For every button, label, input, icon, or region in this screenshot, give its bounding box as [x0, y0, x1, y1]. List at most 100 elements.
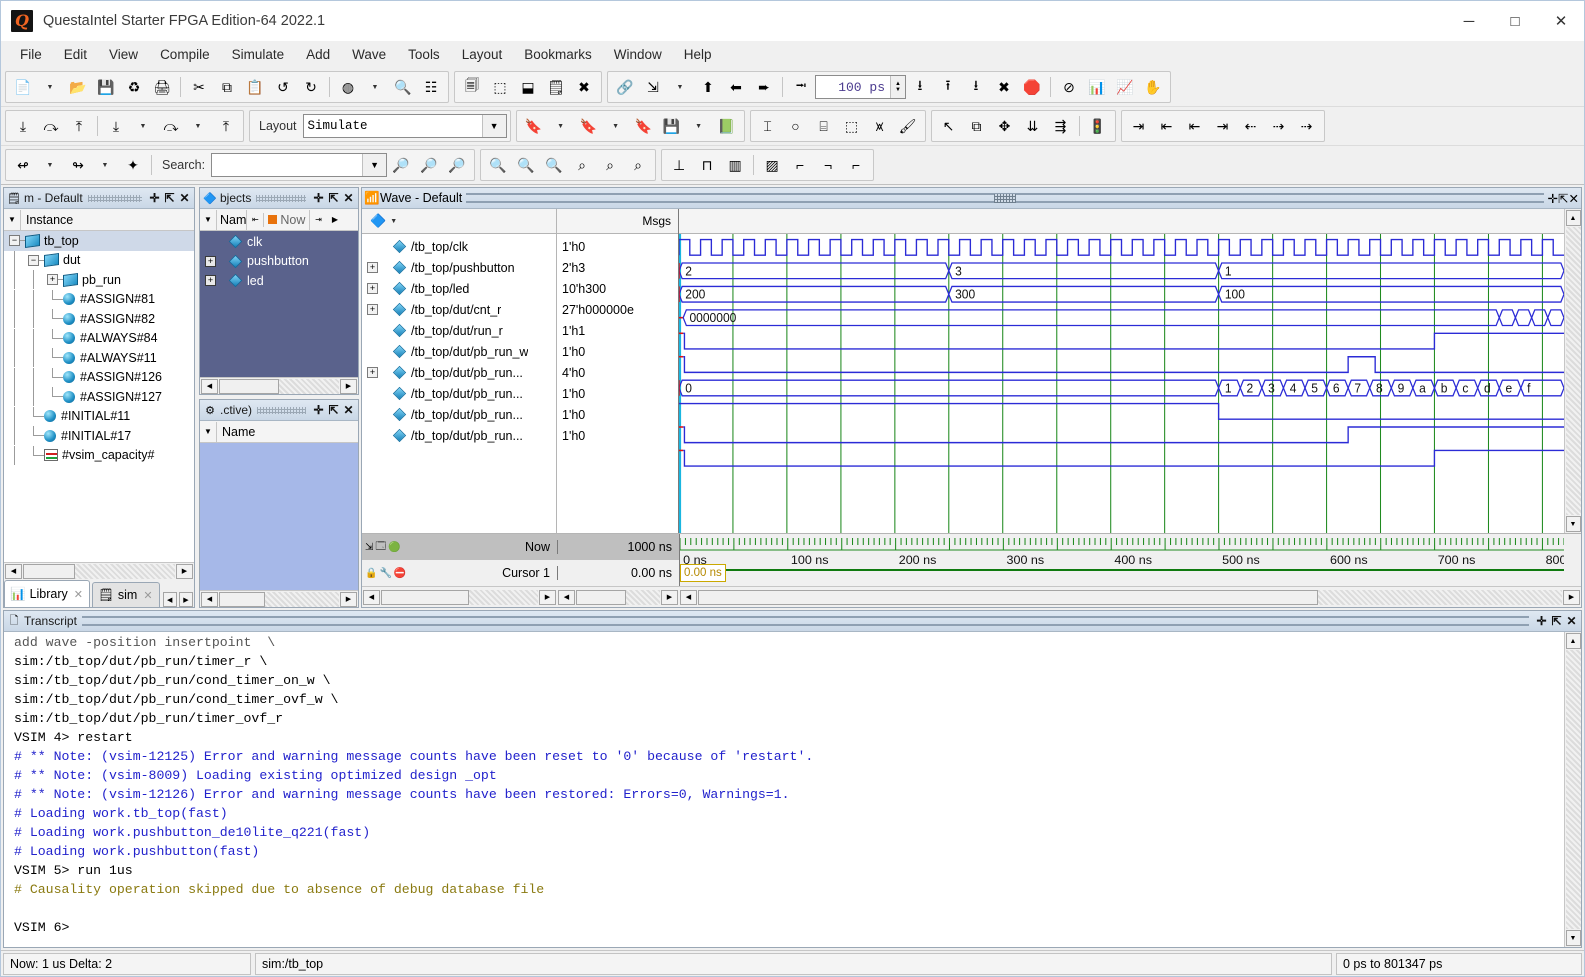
- menu-bookmarks[interactable]: Bookmarks: [513, 44, 603, 65]
- wave-save-icon[interactable]: 💾: [659, 113, 685, 139]
- processes-pane-undock-icon[interactable]: ⇱: [326, 403, 341, 418]
- chevron-down-icon[interactable]: ▼: [481, 115, 506, 137]
- expand-icon[interactable]: 🖌: [895, 113, 921, 139]
- wave-signal-row[interactable]: /tb_top/dut/run_r: [362, 320, 556, 341]
- step-up-icon[interactable]: ⬆: [695, 74, 721, 100]
- menu-wave[interactable]: Wave: [341, 44, 397, 65]
- compile-all-icon[interactable]: 🗐: [459, 74, 485, 100]
- run-length-steppers[interactable]: ▲ ▼: [890, 76, 905, 98]
- io-icon[interactable]: ⌸: [811, 113, 837, 139]
- bookmark-remove-dropdown-icon[interactable]: ▼: [603, 113, 629, 139]
- toggle-leaf-icon[interactable]: ○: [783, 113, 809, 139]
- scroll-left-icon[interactable]: ◀: [201, 378, 218, 394]
- wave-signal-row[interactable]: /tb_top/dut/pb_run...: [362, 404, 556, 425]
- scroll-up-icon[interactable]: ▲: [1565, 210, 1581, 226]
- scroll-right-icon[interactable]: ▶: [539, 589, 556, 605]
- waveform-canvas-wrapper[interactable]: 2 3 1 200 300 100 0000000 0 1 2 3 4 5 6 7 8 9 a b c d e f: [679, 234, 1564, 533]
- compile-icon[interactable]: ◍: [335, 74, 361, 100]
- wrench-icon[interactable]: 🔧: [379, 568, 391, 579]
- format-fall-icon[interactable]: ¬: [815, 152, 841, 178]
- group-up-icon[interactable]: ⤒: [213, 113, 239, 139]
- find-icon[interactable]: 🔍: [390, 74, 416, 100]
- scroll-right-icon[interactable]: ▶: [340, 591, 357, 607]
- objects-list-item[interactable]: + pushbutton: [200, 252, 358, 272]
- sim-pane-close-icon[interactable]: ✕: [177, 191, 192, 206]
- insert-cursor-icon[interactable]: ⌶: [755, 113, 781, 139]
- wave-add-icon[interactable]: ✛: [1548, 191, 1558, 206]
- transcript-vscroll-track[interactable]: [1565, 650, 1581, 929]
- objects-hscrollbar[interactable]: ◀ ▶: [200, 377, 358, 394]
- format-dotted-icon[interactable]: ▨: [759, 152, 785, 178]
- analog-backstep-icon[interactable]: ▥: [722, 152, 748, 178]
- names-hscroll-track[interactable]: [381, 589, 538, 605]
- analog-interpolated-icon[interactable]: ⊓: [694, 152, 720, 178]
- wave-vscroll-track[interactable]: [1565, 227, 1581, 515]
- break-icon[interactable]: ✖: [991, 74, 1017, 100]
- wave-close-icon[interactable]: ✕: [1569, 191, 1579, 206]
- signal-light-icon[interactable]: 🚦: [1085, 113, 1111, 139]
- minimize-icon[interactable]: ─: [1446, 1, 1492, 41]
- transcript-vscrollbar[interactable]: ▲ ▼: [1564, 632, 1581, 947]
- prev-transition-dropdown-icon[interactable]: ▼: [37, 152, 63, 178]
- wave-signal-row[interactable]: + /tb_top/led: [362, 278, 556, 299]
- bookmark-remove-icon[interactable]: 🔖: [576, 113, 602, 139]
- tree-expander[interactable]: +: [364, 363, 383, 382]
- sim-tree-row[interactable]: − dut: [4, 250, 194, 271]
- close-icon[interactable]: ✕: [1538, 1, 1584, 41]
- filter-icon[interactable]: ▼: [4, 209, 21, 230]
- search-combobox[interactable]: ▼: [211, 153, 388, 177]
- expand-right-icon[interactable]: ⇥: [1210, 113, 1236, 139]
- wave-radix-icon[interactable]: 🔷: [370, 213, 386, 229]
- search-clear-icon[interactable]: 🔎: [444, 152, 470, 178]
- find-prev-icon[interactable]: ⇥: [1126, 113, 1152, 139]
- zoom-cursor-icon[interactable]: ⌕: [569, 152, 595, 178]
- all-icon[interactable]: ⩙: [867, 113, 893, 139]
- edit-mode-icon[interactable]: ⇶: [1048, 113, 1074, 139]
- dashed-mid-icon[interactable]: ⇢: [1266, 113, 1292, 139]
- no-causality-icon[interactable]: ⊘: [1056, 74, 1082, 100]
- wave-signal-row[interactable]: + /tb_top/dut/pb_run...: [362, 362, 556, 383]
- search-next-icon[interactable]: 🔎: [416, 152, 442, 178]
- sim-tree-row[interactable]: #vsim_capacity#: [4, 445, 194, 466]
- sim-tree-row[interactable]: #INITIAL#17: [4, 426, 194, 446]
- compile-selected-icon[interactable]: ⬚: [487, 74, 513, 100]
- insert-signal-down-icon[interactable]: ⤓: [10, 113, 36, 139]
- processes-pane-add-icon[interactable]: ✛: [311, 403, 326, 418]
- next-transition-icon[interactable]: ↬: [65, 152, 91, 178]
- chevron-down-icon[interactable]: ▼: [362, 154, 387, 176]
- redo-icon[interactable]: ↻: [298, 74, 324, 100]
- sim-tree-row[interactable]: #ASSIGN#82: [4, 309, 194, 329]
- processes-hscroll-thumb[interactable]: [219, 591, 265, 607]
- maximize-icon[interactable]: □: [1492, 1, 1538, 41]
- objects-list-item[interactable]: clk: [200, 232, 358, 252]
- select-mode-icon[interactable]: ↖: [936, 113, 962, 139]
- chevron-down-icon[interactable]: ▼: [390, 218, 397, 225]
- menu-edit[interactable]: Edit: [53, 44, 98, 65]
- transcript-title-rail[interactable]: [81, 616, 1529, 626]
- tree-expander[interactable]: +: [364, 300, 383, 319]
- menu-simulate[interactable]: Simulate: [221, 44, 296, 65]
- reload-icon[interactable]: ♻: [121, 74, 147, 100]
- scroll-left-icon[interactable]: ◀: [363, 589, 380, 605]
- wave-undock-icon[interactable]: ⇱: [1558, 191, 1568, 206]
- objects-pane-close-icon[interactable]: ✕: [341, 191, 356, 206]
- objects-pane-undock-icon[interactable]: ⇱: [326, 191, 341, 206]
- sim-tree-row[interactable]: − tb_top: [4, 231, 194, 251]
- objects-hscroll-thumb[interactable]: [219, 378, 279, 394]
- scroll-right-icon[interactable]: ▶: [176, 563, 193, 579]
- bookmark-add-icon[interactable]: 🔖: [521, 113, 547, 139]
- processes-hscrollbar[interactable]: ◀ ▶: [200, 590, 358, 607]
- bookmark-add-dropdown-icon[interactable]: ▼: [548, 113, 574, 139]
- transcript-close-icon[interactable]: ✕: [1564, 614, 1579, 629]
- instance-tree[interactable]: − tb_top − dut + pb_run #ASSIGN#81 #ASSIGN#82 #A…: [4, 231, 194, 562]
- step-over-icon[interactable]: ➨: [751, 74, 777, 100]
- objects-list-item[interactable]: + led: [200, 271, 358, 291]
- sim-tree-row[interactable]: #ASSIGN#127: [4, 387, 194, 407]
- lock-icon[interactable]: 🔒: [365, 568, 377, 579]
- layout-combobox[interactable]: ▼: [302, 114, 507, 138]
- search-prev-icon[interactable]: 🔎: [388, 152, 414, 178]
- zoom-select-icon[interactable]: ⌕: [625, 152, 651, 178]
- wave-load-icon[interactable]: 📗: [714, 113, 740, 139]
- run-continue-icon[interactable]: ⭱: [935, 74, 961, 100]
- wave-names-hscrollbar[interactable]: ◀ ▶: [362, 589, 557, 605]
